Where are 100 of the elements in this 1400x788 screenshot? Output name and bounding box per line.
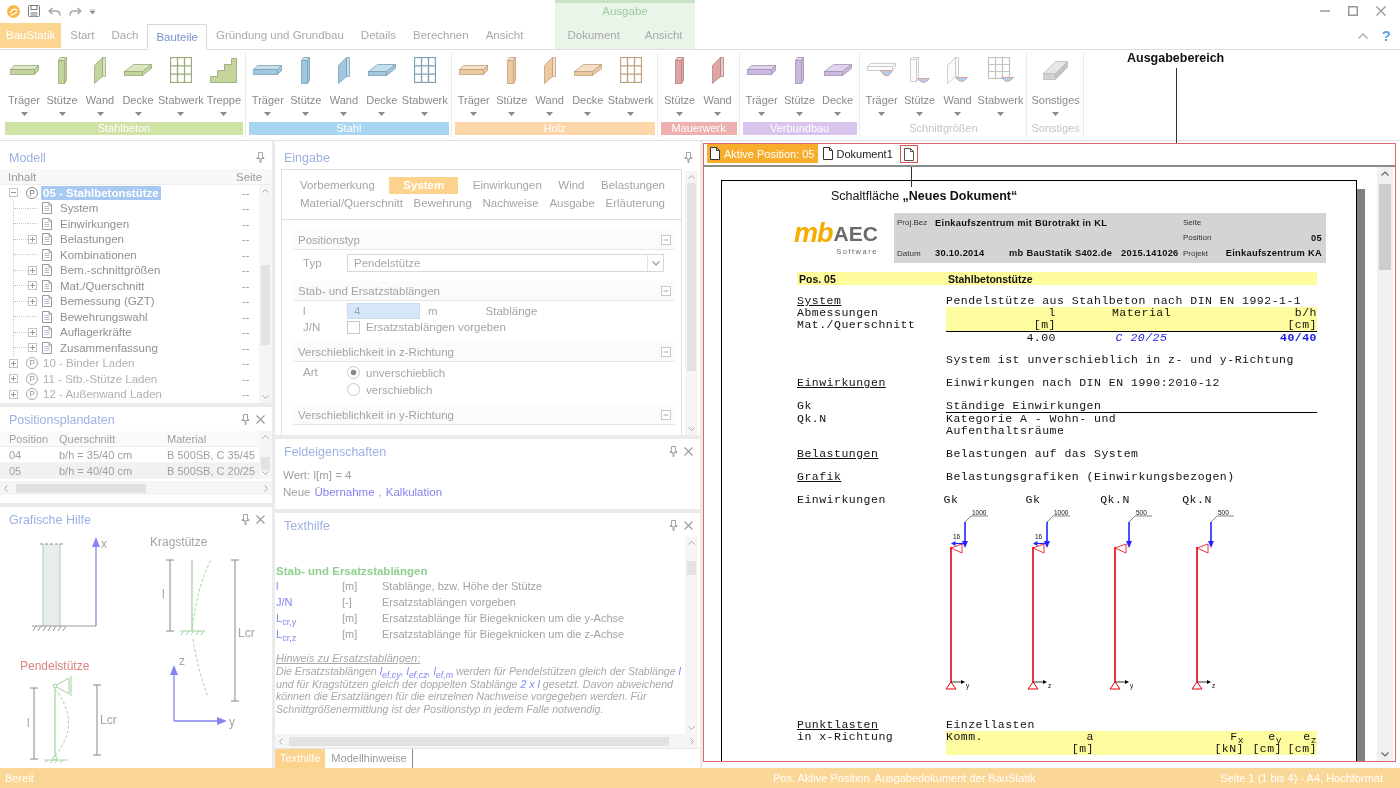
ribbon-tab[interactable]: Dokument <box>559 23 628 49</box>
ribbon-button[interactable]: Wand <box>530 53 569 122</box>
scroll-left-icon[interactable] <box>279 737 283 745</box>
document-tab[interactable]: Dokument1 <box>819 144 896 163</box>
link[interactable]: Übernahme <box>314 486 375 498</box>
ribbon-button[interactable]: Stütze <box>286 53 325 122</box>
table-row[interactable]: 05 b/h = 40/40 cm B 500SB, C 20/25 <box>0 463 259 479</box>
ribbon-button[interactable]: Stütze <box>900 53 939 122</box>
document-tab[interactable]: Aktive Position: 05 <box>707 144 818 163</box>
ribbon-button[interactable]: Wand <box>81 53 119 122</box>
collapse-icon[interactable] <box>661 234 671 245</box>
scroll-right-icon[interactable] <box>690 737 694 745</box>
pin-icon[interactable] <box>669 520 678 531</box>
ribbon-tab[interactable]: Ansicht <box>636 23 691 49</box>
input-tab[interactable]: Einwirkungen <box>470 176 544 194</box>
scroll-left-icon[interactable] <box>4 484 8 492</box>
tree-item[interactable]: Bemessung (GZT) <box>58 294 157 309</box>
scrollbar[interactable] <box>275 734 698 748</box>
scroll-thumb[interactable] <box>261 457 270 470</box>
tree-expander-icon[interactable] <box>28 281 37 291</box>
input-tab[interactable]: Nachweise <box>480 194 541 212</box>
ribbon-button[interactable]: Sonstiges <box>1030 53 1081 122</box>
scroll-up-icon[interactable] <box>262 435 269 439</box>
ribbon-tab[interactable]: Gründung und Grundbau <box>207 23 352 49</box>
radio-button[interactable] <box>347 383 360 396</box>
ribbon-tab[interactable]: Details <box>352 23 404 49</box>
pin-icon[interactable] <box>241 414 250 425</box>
pin-icon[interactable] <box>256 152 265 163</box>
tree-item[interactable]: Kombinationen <box>58 247 139 262</box>
ribbon-button[interactable]: Träger <box>862 53 901 122</box>
tree-item[interactable]: Mat./Querschnitt <box>58 278 147 293</box>
scroll-up-icon[interactable] <box>688 541 695 545</box>
ribbon-button[interactable]: Stabwerk <box>157 53 205 122</box>
scrollbar[interactable] <box>259 431 272 479</box>
ribbon-button[interactable]: Träger <box>742 53 781 122</box>
ribbon-button[interactable]: Decke <box>362 53 401 122</box>
tree-item[interactable]: Zusammenfassung <box>58 340 160 355</box>
collapse-icon[interactable] <box>661 285 671 296</box>
caret-icon[interactable] <box>90 8 95 14</box>
collapse-icon[interactable] <box>661 409 671 420</box>
ribbon-button[interactable]: Träger <box>454 53 493 122</box>
input-field[interactable]: 4 <box>347 303 420 319</box>
section-header[interactable]: Positionstyp <box>293 230 675 250</box>
input-tab[interactable]: Ausgabe <box>547 194 597 212</box>
chevron-up-icon[interactable] <box>1357 32 1368 39</box>
scroll-thumb[interactable] <box>1379 184 1391 270</box>
scroll-down-icon[interactable] <box>1381 752 1389 757</box>
tree-expander-icon[interactable] <box>28 234 37 244</box>
scroll-up-icon[interactable] <box>262 189 269 193</box>
checkbox[interactable] <box>347 320 360 334</box>
tree-item[interactable]: Einwirkungen <box>58 216 132 231</box>
link[interactable]: Kalkulation <box>385 486 443 498</box>
ribbon-button[interactable]: Decke <box>818 53 857 122</box>
scroll-down-icon[interactable] <box>262 471 269 475</box>
ribbon-tab[interactable]: Dach <box>103 23 147 49</box>
pin-icon[interactable] <box>241 514 250 525</box>
scrollbar[interactable] <box>685 537 698 734</box>
input-tab[interactable]: Wind <box>556 176 587 194</box>
input-tab[interactable]: Belastungen <box>599 176 667 194</box>
close-icon[interactable] <box>256 415 265 424</box>
scroll-up-icon[interactable] <box>1381 171 1389 176</box>
ribbon-button[interactable]: Träger <box>248 53 287 122</box>
ribbon-tab[interactable]: Berechnen <box>405 23 477 49</box>
tree-expander-icon[interactable] <box>28 343 37 353</box>
new-document-button[interactable] <box>899 145 918 163</box>
pin-icon[interactable] <box>669 446 678 457</box>
radio-button[interactable] <box>347 366 360 379</box>
ribbon-button[interactable]: Treppe <box>204 53 243 122</box>
close-icon[interactable] <box>256 515 265 524</box>
scroll-up-icon[interactable] <box>688 175 695 179</box>
scrollbar[interactable] <box>259 185 272 403</box>
section-header[interactable]: Verschieblichkeit in z-Richtung <box>293 342 675 362</box>
scroll-down-icon[interactable] <box>688 726 695 730</box>
section-header[interactable]: Stab- und Ersatzstablängen <box>293 281 675 301</box>
ribbon-button[interactable]: Stütze <box>780 53 819 122</box>
tree-expander-icon[interactable] <box>28 327 37 337</box>
help-button[interactable]: ? <box>1381 27 1391 44</box>
tree-expander-icon[interactable] <box>28 296 37 306</box>
redo-icon[interactable] <box>69 6 82 16</box>
type-dropdown[interactable]: Pendelstütze <box>347 254 664 272</box>
app-logo-icon[interactable] <box>7 4 20 18</box>
input-tab[interactable]: Material/Querschnitt <box>298 194 405 212</box>
ribbon-button[interactable]: Träger <box>5 53 43 122</box>
close-icon[interactable] <box>1376 6 1386 16</box>
tree-item[interactable]: Auflagerkräfte <box>58 325 134 340</box>
tree-item[interactable]: Belastungen <box>58 232 126 247</box>
scrollbar[interactable] <box>0 481 272 495</box>
tree-item[interactable]: Bem.-schnittgrößen <box>58 263 163 278</box>
undo-icon[interactable] <box>48 6 61 16</box>
save-icon[interactable] <box>28 5 40 17</box>
close-icon[interactable] <box>684 447 693 456</box>
tree-item[interactable]: System <box>58 201 101 216</box>
ribbon-tab[interactable]: Bauteile <box>147 24 207 50</box>
scroll-down-icon[interactable] <box>262 395 269 399</box>
ribbon-button[interactable]: Stütze <box>492 53 531 122</box>
collapse-icon[interactable] <box>661 346 671 357</box>
ribbon-button[interactable]: Stabwerk <box>606 53 655 122</box>
ribbon-tab[interactable]: Ansicht <box>477 23 532 49</box>
ribbon-button[interactable]: Decke <box>568 53 607 122</box>
ribbon-button[interactable]: Wand <box>938 53 977 122</box>
